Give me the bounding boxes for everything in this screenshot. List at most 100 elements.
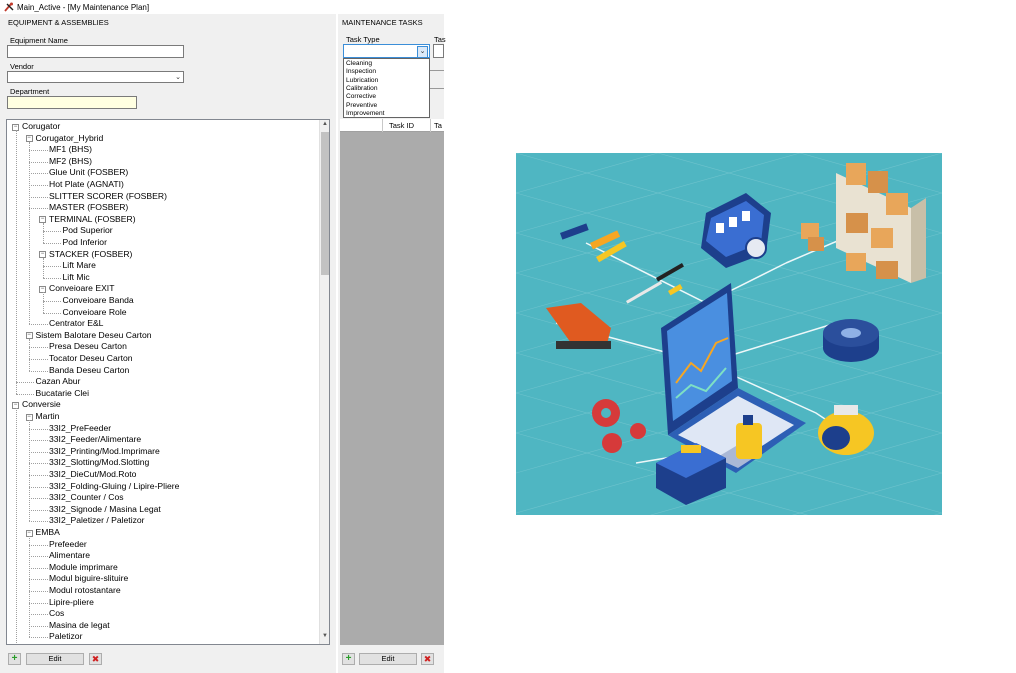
window-title: Main_Active - [My Maintenance Plan] <box>17 2 150 12</box>
tree-node[interactable]: Prefeeder <box>49 539 87 551</box>
tree-connector <box>29 359 48 360</box>
tree-node[interactable]: Module imprimare <box>49 562 118 574</box>
tree-node[interactable]: Centrator E&L <box>49 318 103 330</box>
task-type-combo[interactable]: ⌄ <box>343 44 430 58</box>
dropdown-option[interactable]: Cleaning <box>346 60 372 68</box>
tree-node-label: 33I2_DieCut/Mod.Roto <box>49 469 137 479</box>
tree-node[interactable]: Alimentare <box>49 550 90 562</box>
tree-node-label: SLITTER SCORER (FOSBER) <box>49 190 167 201</box>
tree-node-label: 33I2_Folding-Gluing / Lipire-Pliere <box>49 480 180 491</box>
task-second-field[interactable] <box>433 44 444 58</box>
tree-node[interactable]: Hot Plate (AGNATI) <box>49 179 124 191</box>
chevron-down-icon[interactable]: ⌄ <box>417 46 428 58</box>
add-equipment-button[interactable]: + <box>8 653 21 665</box>
tree-node[interactable]: MASTER (FOSBER) <box>49 202 128 214</box>
scroll-up-icon[interactable]: ▲ <box>321 121 329 131</box>
tree-node[interactable]: Pod Inferior <box>63 237 107 249</box>
task-type-dropdown[interactable]: Cleaning Inspection Lubrication Calibration… <box>343 58 430 118</box>
dropdown-option[interactable]: Improvement <box>346 110 384 118</box>
tree-node[interactable]: Pod Superior <box>63 225 113 237</box>
edit-task-button[interactable]: Edit <box>359 653 417 665</box>
tree-connector <box>42 243 61 244</box>
tree-node[interactable]: 33I2_Printing/Mod.Imprimare <box>49 446 160 458</box>
tree-node[interactable]: Lift Mare <box>63 260 96 272</box>
scroll-down-icon[interactable]: ▼ <box>321 633 329 643</box>
vendor-combo[interactable]: ⌄ <box>7 71 184 83</box>
tasks-grid[interactable]: Task ID Ta <box>340 119 444 645</box>
edit-equipment-button[interactable]: Edit <box>26 653 84 665</box>
tree-node[interactable]: 33I2_DieCut/Mod.Roto <box>49 469 136 481</box>
grid-col-divider <box>382 119 383 132</box>
tree-node[interactable]: Martin <box>36 411 60 423</box>
tree-node-label: Banda Deseu Carton <box>49 364 130 375</box>
tree-node[interactable]: Presa Deseu Carton <box>49 341 127 353</box>
delete-task-button[interactable]: ✖ <box>421 653 434 665</box>
equipment-tree[interactable]: Corugator − Corugator_Hybrid − MF1 (BHS) MF2 … <box>6 119 330 645</box>
tree-node[interactable]: Sistem Balotare Deseu Carton <box>36 330 152 342</box>
tree-node[interactable]: Paletizor <box>49 631 82 643</box>
tree-node[interactable]: Banda Deseu Carton <box>49 365 129 377</box>
grid-col-task-id[interactable]: Task ID <box>389 121 414 130</box>
tree-node[interactable]: 33I2_Signode / Masina Legat <box>49 504 161 516</box>
tree-node-label: 33I2_Printing/Mod.Imprimare <box>49 445 160 456</box>
tree-node[interactable]: Modul biguire-slituire <box>49 573 128 585</box>
dropdown-option[interactable]: Lubrication <box>346 77 378 85</box>
tree-connector <box>29 602 48 604</box>
dropdown-option[interactable]: Calibration <box>346 85 378 93</box>
tree-node[interactable]: Conversie <box>22 399 61 411</box>
tree-node[interactable]: Lift Mic <box>63 272 90 284</box>
tree-node[interactable]: 33I2_Slotting/Mod.Slotting <box>49 457 149 469</box>
tree-node[interactable]: Tocator Deseu Carton <box>49 353 133 365</box>
tree-node[interactable]: Conveioare Banda <box>63 295 134 307</box>
delete-equipment-button[interactable]: ✖ <box>89 653 102 665</box>
gears <box>592 399 646 453</box>
add-task-button[interactable]: + <box>342 653 355 665</box>
chevron-down-icon[interactable]: ⌄ <box>175 73 181 81</box>
tree-node-label: EMBA <box>35 527 60 537</box>
dropdown-option[interactable]: Corrective <box>346 93 376 101</box>
tree-node[interactable]: MF2 (BHS) <box>49 156 92 168</box>
tree-node[interactable]: Cos <box>49 608 64 620</box>
tree-node[interactable]: 33I2_Feeder/Alimentare <box>49 434 141 446</box>
tree-node[interactable]: TERMINAL (FOSBER) <box>49 214 136 226</box>
tree-node[interactable]: Modul rotostantare <box>49 585 121 597</box>
tree-connector <box>42 301 61 302</box>
tree-node[interactable]: Conveioare EXIT <box>49 283 114 295</box>
tree-node[interactable]: MF1 (BHS) <box>49 144 92 156</box>
tree-node[interactable]: Corugator <box>22 121 60 133</box>
tree-node[interactable]: 33I2_Paletizer / Paletizor <box>49 515 145 527</box>
cross-icon: ✖ <box>91 654 100 664</box>
tree-node[interactable]: Glue Unit (FOSBER) <box>49 167 128 179</box>
tree-node[interactable]: 33I2_Folding-Gluing / Lipire-Pliere <box>49 481 179 493</box>
scroll-thumb[interactable] <box>321 132 329 275</box>
vendor-label: Vendor <box>10 62 34 71</box>
tree-node[interactable]: EMBA <box>36 527 60 539</box>
dropdown-option[interactable]: Inspection <box>346 68 376 76</box>
tree-node[interactable]: Conveioare Role <box>63 307 127 319</box>
grid-col-task[interactable]: Ta <box>434 121 442 130</box>
tree-connector <box>29 173 48 175</box>
tree-node[interactable]: TCY <box>36 643 53 644</box>
grid-header: Task ID Ta <box>340 119 444 132</box>
dropdown-option[interactable]: Preventive <box>346 102 377 110</box>
equipment-name-field[interactable] <box>7 45 184 58</box>
tree-connector <box>42 222 44 243</box>
tree-node[interactable]: 33I2_Counter / Cos <box>49 492 124 504</box>
tree-node[interactable]: 33I2_PreFeeder <box>49 423 111 435</box>
tree-node-label: Alimentare <box>49 550 91 561</box>
department-field[interactable] <box>7 96 137 109</box>
tree-node[interactable]: Lipire-pliere <box>49 597 94 609</box>
task-second-label: Tas <box>434 35 446 44</box>
tree-connector <box>29 486 48 488</box>
tree-node-label: STACKER (FOSBER) <box>49 248 133 259</box>
tree-node[interactable]: Corugator_Hybrid <box>36 133 104 145</box>
tree-node[interactable]: Cazan Abur <box>36 376 81 388</box>
tree-scrollbar[interactable]: ▲ ▼ <box>319 120 329 644</box>
tree-node[interactable]: STACKER (FOSBER) <box>49 249 132 261</box>
tree-node[interactable]: Masina de legat <box>49 620 110 632</box>
tree-connector <box>42 277 61 279</box>
tree-connector <box>42 292 44 313</box>
tree-connector <box>29 521 48 523</box>
tree-node[interactable]: Bucatarie Clei <box>36 388 90 400</box>
tree-node[interactable]: SLITTER SCORER (FOSBER) <box>49 191 167 203</box>
